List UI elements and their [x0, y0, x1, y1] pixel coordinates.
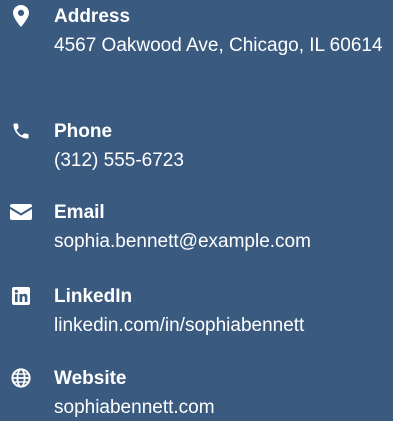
map-marker-icon: [8, 5, 34, 27]
globe-icon: [8, 367, 34, 389]
address-value: 4567 Oakwood Ave, Chicago, IL 60614: [54, 35, 383, 56]
linkedin-icon: [8, 285, 34, 307]
address-label: Address: [54, 6, 131, 27]
envelope-icon: [8, 201, 34, 223]
contact-info-list: Address 4567 Oakwood Ave, Chicago, IL 60…: [0, 0, 393, 421]
linkedin-label: LinkedIn: [54, 286, 133, 307]
website-link[interactable]: sophiabennett.com: [54, 394, 389, 421]
phone-link[interactable]: (312) 555-6723: [54, 147, 389, 174]
email-link[interactable]: sophia.bennett@example.com: [54, 228, 389, 255]
phone-icon: [8, 120, 34, 142]
linkedin-link[interactable]: linkedin.com/in/sophiabennett: [54, 312, 389, 339]
website-label: Website: [54, 368, 127, 389]
phone-label: Phone: [54, 121, 113, 142]
email-label: Email: [54, 202, 105, 223]
